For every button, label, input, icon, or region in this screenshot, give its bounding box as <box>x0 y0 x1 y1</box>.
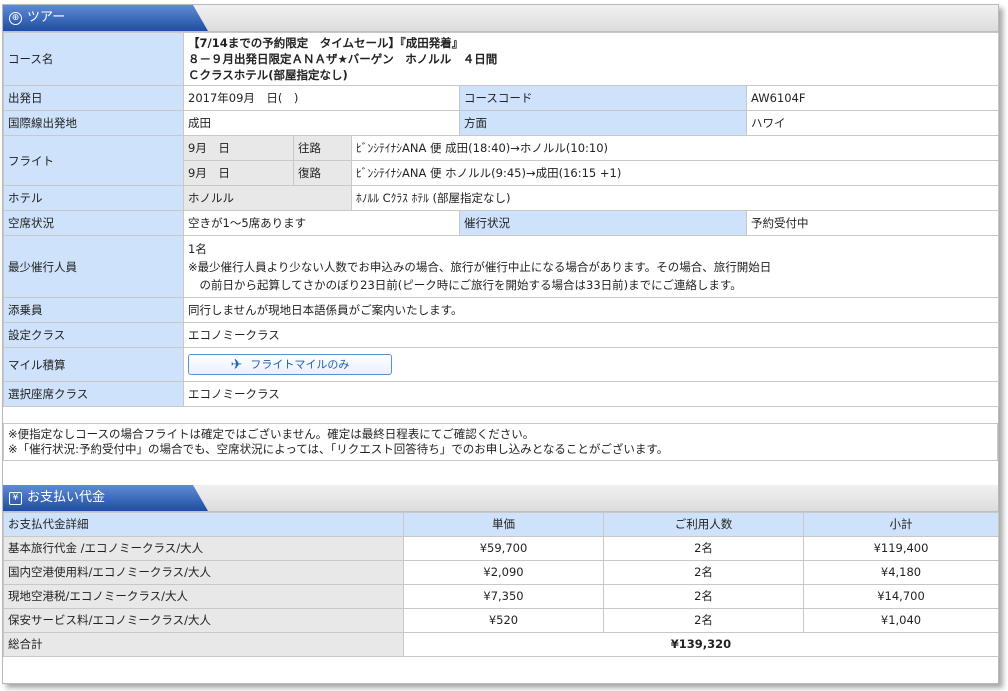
mileage-row: マイル積算 ✈ フライトマイルのみ <box>3 347 1000 382</box>
min-people-note1: ※最少催行人員より少ない人数でお申込みの場合、旅行が催行中止になる場合があります… <box>188 259 772 274</box>
seat-class-row: 選択座席クラス エコノミークラス <box>3 381 1000 407</box>
min-people-value: 1名 ※最少催行人員より少ない人数でお申込みの場合、旅行が催行中止になる場合があ… <box>182 235 1000 298</box>
hotel-city: ホノルル <box>183 185 352 211</box>
course-name-line2: ８－９月出発日限定ＡＮＡザ★バーゲン ホノルル ４日間 <box>188 52 498 66</box>
table-row: 国内空港使用料/エコノミークラス/大人 ¥2,090 2名 ¥4,180 <box>3 560 999 585</box>
payment-section-tab: ¥ お支払い代金 <box>3 485 208 511</box>
hotel-row: ホテル ホノルル ﾎﾉﾙﾙ Cｸﾗｽ ﾎﾃﾙ (部屋指定なし) <box>3 185 1000 211</box>
table-row: 基本旅行代金 /エコノミークラス/大人 ¥59,700 2名 ¥119,400 <box>3 536 999 561</box>
return-direction: 復路 <box>293 160 352 186</box>
tour-status-label: 催行状況 <box>459 210 747 236</box>
payment-total-value: ¥139,320 <box>403 632 999 657</box>
departure-value: 2017年09月 日( ) <box>183 85 460 111</box>
payment-header-people: ご利用人数 <box>603 512 804 537</box>
airplane-icon: ✈ <box>230 356 243 373</box>
payment-subtotal: ¥119,400 <box>803 536 999 561</box>
return-detail: ﾋﾞﾝｼﾃｲﾅｼANA 便 ホノルル(9:45)→成田(16:15 +1) <box>350 160 1000 186</box>
globe-icon: ⊕ <box>9 11 22 25</box>
payment-unit-price: ¥2,090 <box>403 560 604 585</box>
return-date: 9月 日 <box>183 160 294 186</box>
min-people-count: 1名 <box>188 241 207 256</box>
payment-unit-price: ¥7,350 <box>403 584 604 609</box>
tour-section-title: ツアー <box>27 10 66 25</box>
payment-item-label: 基本旅行代金 /エコノミークラス/大人 <box>3 536 404 561</box>
departure-row: 出発日 2017年09月 日( ) コースコード AW6104F <box>3 85 1000 111</box>
main-frame: ⊕ ツアー コース名 【7/14までの予約限定 タイムセール】『成田発着』 ８－… <box>2 4 1000 684</box>
airport-row: 国際線出発地 成田 方面 ハワイ <box>3 110 1000 136</box>
table-row: 保安サービス料/エコノミークラス/大人 ¥520 2名 ¥1,040 <box>3 608 999 633</box>
destination-label: 方面 <box>459 110 747 136</box>
payment-people: 2名 <box>603 608 804 633</box>
airport-label: 国際線出発地 <box>3 110 184 136</box>
min-people-label: 最少催行人員 <box>3 235 184 298</box>
payment-people: 2名 <box>603 536 804 561</box>
payment-subtotal: ¥14,700 <box>803 584 999 609</box>
course-name-row: コース名 【7/14までの予約限定 タイムセール】『成田発着』 ８－９月出発日限… <box>3 32 1000 86</box>
hotel-name: ﾎﾉﾙﾙ Cｸﾗｽ ﾎﾃﾙ (部屋指定なし) <box>350 185 1000 211</box>
seats-label: 空席状況 <box>3 210 184 236</box>
conductor-value: 同行しませんが現地日本語係員がご案内いたします。 <box>182 297 1000 323</box>
seat-class-label: 選択座席クラス <box>3 381 184 407</box>
seats-row: 空席状況 空きが1～5席あります 催行状況 予約受付中 <box>3 210 1000 236</box>
mileage-value: ✈ フライトマイルのみ <box>182 347 1000 382</box>
outbound-date: 9月 日 <box>183 135 294 161</box>
destination-value: ハワイ <box>745 110 1000 136</box>
course-name-line1: 【7/14までの予約限定 タイムセール】『成田発着』 <box>188 36 464 50</box>
min-people-note2: の前日から起算してさかのぼり23日前(ピーク時にご旅行を開始する場合は33日前)… <box>188 277 742 292</box>
payment-total-row: 総合計 ¥139,320 <box>3 632 999 657</box>
course-name-label: コース名 <box>3 32 184 86</box>
payment-header-unit: 単価 <box>403 512 604 537</box>
payment-header-subtotal: 小計 <box>803 512 999 537</box>
payment-total-label: 総合計 <box>3 632 404 657</box>
payment-people: 2名 <box>603 560 804 585</box>
payment-header-row: お支払代金詳細 単価 ご利用人数 小計 <box>3 512 999 537</box>
tour-section-header: ⊕ ツアー <box>3 5 998 32</box>
seats-value: 空きが1～5席あります <box>183 210 460 236</box>
airport-value: 成田 <box>183 110 460 136</box>
yen-icon: ¥ <box>9 491 22 505</box>
departure-label: 出発日 <box>3 85 184 111</box>
payment-table: お支払代金詳細 単価 ご利用人数 小計 基本旅行代金 /エコノミークラス/大人 … <box>3 512 999 657</box>
course-code-value: AW6104F <box>745 85 1000 111</box>
flight-mile-button-label: フライトマイルのみ <box>250 357 350 371</box>
payment-unit-price: ¥520 <box>403 608 604 633</box>
payment-subtotal: ¥1,040 <box>803 608 999 633</box>
payment-section-title: お支払い代金 <box>27 490 106 505</box>
class-label: 設定クラス <box>3 322 184 348</box>
payment-item-label: 現地空港税/エコノミークラス/大人 <box>3 584 404 609</box>
min-people-row: 最少催行人員 1名 ※最少催行人員より少ない人数でお申込みの場合、旅行が催行中止… <box>3 235 1000 298</box>
flight-outbound-row: フライト 9月 日 往路 ﾋﾞﾝｼﾃｲﾅｼANA 便 成田(18:40)→ホノル… <box>3 135 1000 186</box>
payment-header-detail: お支払代金詳細 <box>3 512 404 537</box>
class-row: 設定クラス エコノミークラス <box>3 322 1000 348</box>
table-row: 現地空港税/エコノミークラス/大人 ¥7,350 2名 ¥14,700 <box>3 584 999 609</box>
tour-info-table: コース名 【7/14までの予約限定 タイムセール】『成田発着』 ８－９月出発日限… <box>3 32 1000 407</box>
tour-section-tab: ⊕ ツアー <box>3 5 208 31</box>
conductor-label: 添乗員 <box>3 297 184 323</box>
tour-notes: ※便指定なしコースの場合フライトは確定ではございません。確定は最終日程表にてご確… <box>3 423 998 461</box>
flight-label: フライト <box>3 135 184 186</box>
mileage-label: マイル積算 <box>3 347 184 382</box>
tour-note-2: ※「催行状況:予約受付中」の場合でも、空席状況によっては、「リクエスト回答待ち」… <box>8 442 669 456</box>
payment-people: 2名 <box>603 584 804 609</box>
hotel-label: ホテル <box>3 185 184 211</box>
payment-item-label: 保安サービス料/エコノミークラス/大人 <box>3 608 404 633</box>
flight-mile-button[interactable]: ✈ フライトマイルのみ <box>188 354 392 375</box>
payment-section-header: ¥ お支払い代金 <box>3 485 998 512</box>
outbound-detail: ﾋﾞﾝｼﾃｲﾅｼANA 便 成田(18:40)→ホノルル(10:10) <box>350 135 1000 161</box>
payment-subtotal: ¥4,180 <box>803 560 999 585</box>
payment-item-label: 国内空港使用料/エコノミークラス/大人 <box>3 560 404 585</box>
conductor-row: 添乗員 同行しませんが現地日本語係員がご案内いたします。 <box>3 297 1000 323</box>
payment-unit-price: ¥59,700 <box>403 536 604 561</box>
outbound-direction: 往路 <box>293 135 352 161</box>
tour-status-value: 予約受付中 <box>745 210 1000 236</box>
course-name-value: 【7/14までの予約限定 タイムセール】『成田発着』 ８－９月出発日限定ＡＮＡザ… <box>182 32 1000 86</box>
class-value: エコノミークラス <box>182 322 1000 348</box>
seat-class-value: エコノミークラス <box>182 381 1000 407</box>
course-code-label: コースコード <box>459 85 747 111</box>
tour-note-1: ※便指定なしコースの場合フライトは確定ではございません。確定は最終日程表にてご確… <box>8 427 535 441</box>
course-name-line3: Ｃクラスホテル(部屋指定なし) <box>188 68 348 82</box>
